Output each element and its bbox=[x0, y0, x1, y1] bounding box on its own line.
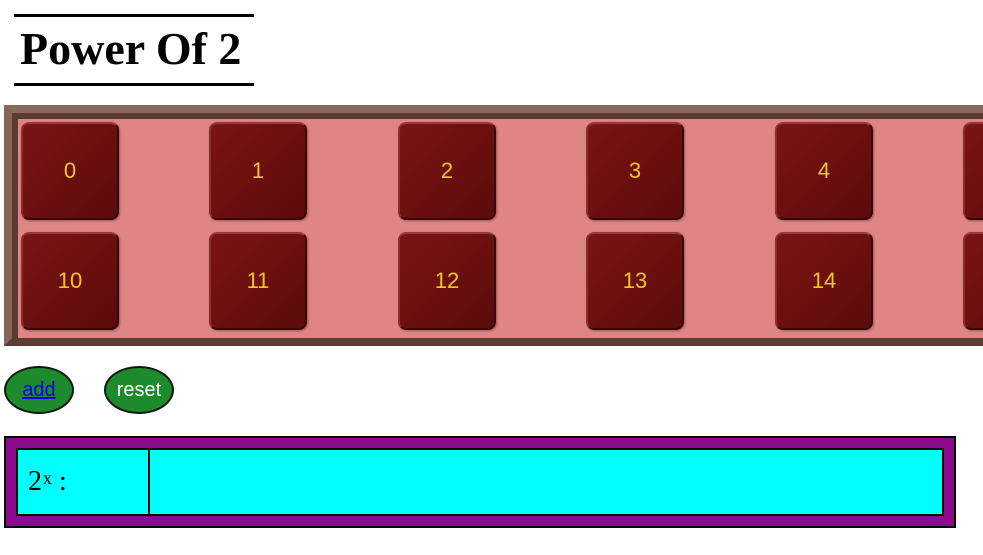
result-label: 2x : bbox=[16, 448, 150, 516]
grid-cell-14[interactable]: 14 bbox=[775, 232, 873, 330]
add-link[interactable]: add bbox=[22, 379, 55, 402]
grid-cell-2[interactable]: 2 bbox=[398, 122, 496, 220]
grid-cell-13[interactable]: 13 bbox=[586, 232, 684, 330]
grid-cell-11[interactable]: 11 bbox=[209, 232, 307, 330]
grid-cell-4[interactable]: 4 bbox=[775, 122, 873, 220]
result-table: 2x : bbox=[4, 436, 956, 528]
grid-cell-1[interactable]: 1 bbox=[209, 122, 307, 220]
result-exponent: x bbox=[43, 467, 52, 488]
result-separator: : bbox=[52, 466, 67, 497]
grid-cell-0[interactable]: 0 bbox=[21, 122, 119, 220]
grid-cell-12[interactable]: 12 bbox=[398, 232, 496, 330]
result-value bbox=[148, 448, 944, 516]
grid-cell-15[interactable] bbox=[963, 232, 983, 330]
number-grid-panel: 0 1 2 3 4 10 11 12 13 14 bbox=[4, 105, 983, 346]
reset-button[interactable]: reset bbox=[104, 366, 174, 414]
grid-cell-3[interactable]: 3 bbox=[586, 122, 684, 220]
result-base: 2 bbox=[28, 466, 42, 497]
title-header: Power Of 2 bbox=[14, 14, 254, 86]
add-button[interactable]: add bbox=[4, 366, 74, 414]
page-title: Power Of 2 bbox=[20, 23, 242, 74]
grid-cell-5[interactable] bbox=[963, 122, 983, 220]
number-grid: 0 1 2 3 4 10 11 12 13 14 bbox=[12, 113, 983, 338]
grid-cell-10[interactable]: 10 bbox=[21, 232, 119, 330]
